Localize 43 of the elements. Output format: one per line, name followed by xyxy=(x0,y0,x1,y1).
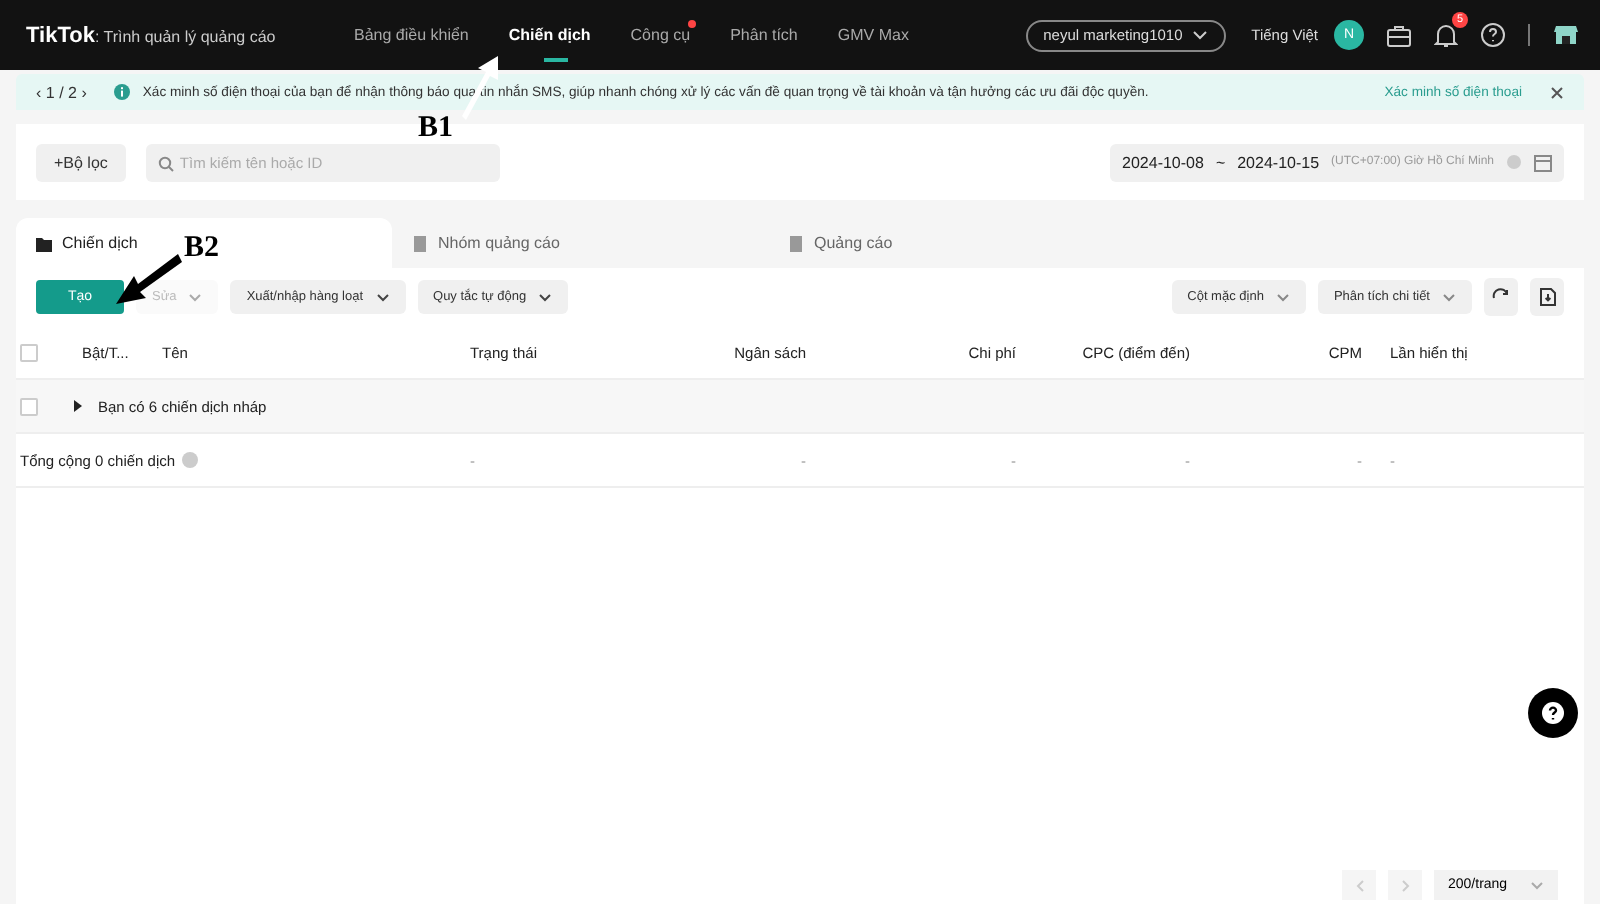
caret-icon xyxy=(1275,293,1290,301)
checkbox[interactable] xyxy=(20,397,38,415)
nav-tab[interactable]: Bảng điều khiển xyxy=(336,0,487,70)
help-icon xyxy=(1542,702,1564,724)
caret-icon xyxy=(1442,293,1456,301)
download-file-icon xyxy=(1539,288,1555,306)
bell-icon[interactable] xyxy=(1434,22,1458,48)
chevron-left-icon xyxy=(1355,879,1363,891)
nav-tab[interactable]: Chiến dịch xyxy=(490,0,609,70)
caret-icon xyxy=(538,293,553,301)
annotation-arrow xyxy=(114,248,182,308)
nav-tab[interactable]: Công cụ xyxy=(612,0,709,70)
document-icon xyxy=(788,235,804,251)
info-icon xyxy=(1506,154,1522,170)
shop-icon[interactable] xyxy=(1552,24,1580,46)
previous-button[interactable]: ‹ xyxy=(36,83,42,101)
caret-icon xyxy=(188,293,203,301)
caret-icon xyxy=(375,293,390,301)
close-icon[interactable] xyxy=(1550,85,1564,99)
caret-icon xyxy=(1530,881,1544,889)
info-icon xyxy=(114,84,131,100)
calendar-icon xyxy=(1534,153,1552,171)
refresh-button[interactable] xyxy=(1484,278,1518,316)
document-icon xyxy=(412,235,428,251)
chevron-right-icon xyxy=(1401,879,1409,891)
checkbox[interactable] xyxy=(20,344,38,362)
folder-icon xyxy=(36,235,52,251)
help-button[interactable] xyxy=(1528,688,1578,738)
briefcase-icon[interactable] xyxy=(1386,23,1412,47)
filter-button[interactable]: +Bộ lọc xyxy=(36,143,126,181)
annotation-label: B2 xyxy=(184,232,220,266)
help-icon[interactable] xyxy=(1480,22,1506,48)
logo[interactable]: TikTok xyxy=(26,23,95,47)
caret-icon xyxy=(1191,30,1208,40)
info-icon xyxy=(181,452,198,468)
nav-tab[interactable]: Phân tích xyxy=(712,0,816,70)
expand-icon[interactable] xyxy=(74,400,82,412)
app-title: : Trình quản lý quảng cáo xyxy=(94,27,276,45)
nav-tab[interactable]: GMV Max xyxy=(819,0,927,70)
annotation-label: B1 xyxy=(418,112,454,146)
next-button[interactable]: › xyxy=(81,83,87,101)
export-button[interactable] xyxy=(1530,278,1564,316)
banner-pager: 1 / 2 xyxy=(45,83,77,101)
